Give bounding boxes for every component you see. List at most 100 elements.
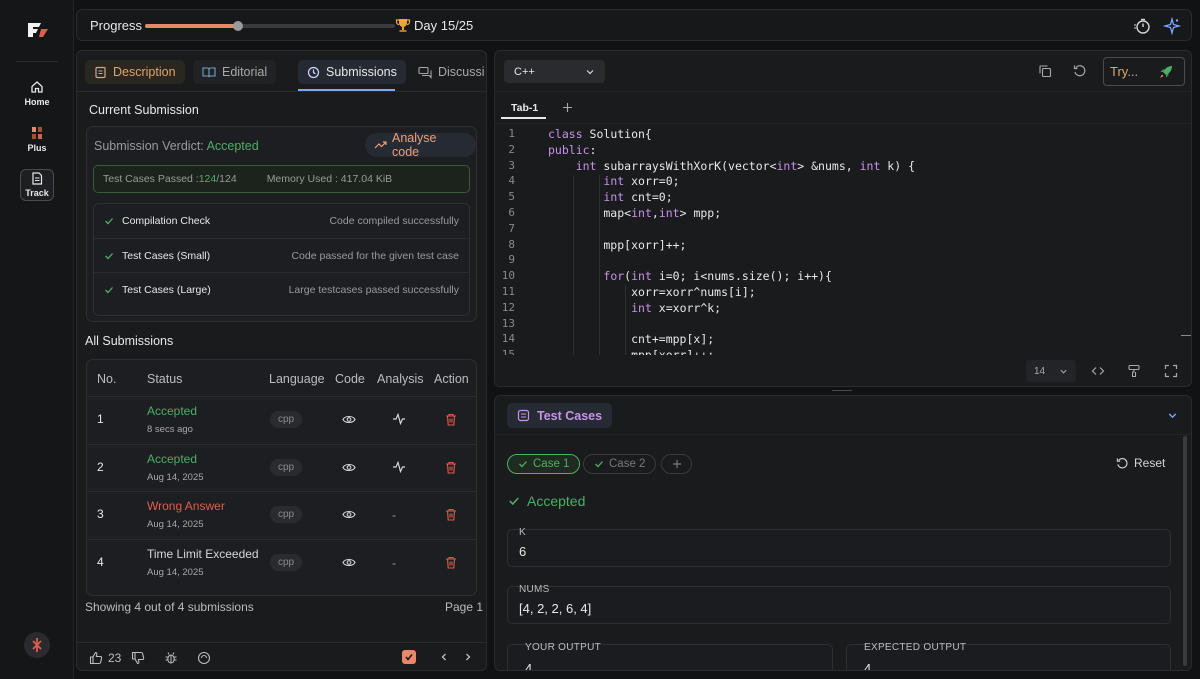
- delete-trash-icon[interactable]: [445, 508, 457, 521]
- check-row: Compilation Check Code compiled successfu…: [94, 204, 469, 238]
- rail-track[interactable]: Track: [20, 169, 54, 201]
- prev-arrow-icon[interactable]: [439, 652, 449, 662]
- submission-row[interactable]: 3 Wrong Answer Aug 14, 2025 cpp -: [87, 491, 476, 538]
- tests-passed-label: Test Cases Passed :: [103, 173, 199, 185]
- check-row: Test Cases (Small) Code passed for the gi…: [94, 238, 469, 272]
- language-pill: cpp: [270, 411, 303, 428]
- editor-tab-1[interactable]: Tab-1: [511, 102, 538, 114]
- checkbox-toggle[interactable]: [402, 650, 416, 664]
- test-cases-panel: Test Cases Case 1 Case 2 Reset Accepted …: [494, 395, 1192, 671]
- next-arrow-icon[interactable]: [463, 652, 473, 662]
- view-code-eye-icon[interactable]: [342, 557, 356, 568]
- add-case-button[interactable]: [661, 454, 692, 474]
- thumbs-up-icon[interactable]: [89, 651, 103, 665]
- reset-code-icon[interactable]: [1073, 64, 1087, 78]
- line-number: 6: [508, 206, 515, 219]
- tab-submissions[interactable]: Submissions: [298, 60, 406, 84]
- submission-status[interactable]: Accepted: [147, 404, 197, 418]
- submission-row[interactable]: 4 Time Limit Exceeded Aug 14, 2025 cpp -: [87, 538, 476, 586]
- font-size-chevron-icon: [1059, 367, 1068, 376]
- line-number: 15: [501, 348, 515, 355]
- rail-plus[interactable]: Plus: [20, 123, 54, 155]
- bug-report-icon[interactable]: [164, 651, 178, 665]
- case-1-label: Case 1: [533, 458, 570, 470]
- progress-knob[interactable]: [232, 21, 243, 31]
- progress-slider[interactable]: [145, 21, 395, 31]
- view-code-eye-icon[interactable]: [342, 462, 356, 473]
- case-2-chip[interactable]: Case 2: [583, 454, 657, 474]
- showing-count: Showing 4 out of 4 submissions: [85, 600, 254, 614]
- user-avatar[interactable]: [24, 632, 50, 658]
- share-icon[interactable]: [197, 651, 211, 665]
- rail-home[interactable]: Home: [20, 77, 54, 109]
- pulse-icon[interactable]: [392, 413, 406, 425]
- language-select[interactable]: C++: [504, 60, 605, 83]
- your-output-box: YOUR OUTPUT 4: [507, 642, 833, 671]
- analyse-code-button[interactable]: Analyse code: [365, 131, 476, 159]
- case-1-check-icon: [518, 459, 528, 469]
- submission-status[interactable]: Time Limit Exceeded: [147, 547, 259, 561]
- submission-status[interactable]: Accepted: [147, 452, 197, 466]
- nums-value: [4, 2, 2, 6, 4]: [519, 601, 592, 616]
- col-action: Action: [434, 372, 469, 386]
- view-code-eye-icon[interactable]: [342, 509, 356, 520]
- check-icon: [104, 285, 114, 295]
- font-size-select[interactable]: 14: [1026, 360, 1076, 382]
- case-1-chip[interactable]: Case 1: [507, 454, 581, 474]
- code-line: public:: [548, 142, 597, 157]
- timer-icon[interactable]: [1133, 17, 1151, 35]
- fullscreen-icon[interactable]: [1164, 364, 1178, 378]
- delete-trash-icon[interactable]: [445, 413, 457, 426]
- add-tab-icon[interactable]: [562, 102, 573, 113]
- line-number: 9: [508, 253, 515, 267]
- test-verdict: Accepted: [508, 493, 585, 509]
- test-verdict-label: Accepted: [527, 493, 586, 509]
- pulse-icon[interactable]: [392, 460, 406, 473]
- ai-sparkle-icon[interactable]: [1163, 17, 1181, 35]
- clock-icon: [307, 66, 320, 79]
- analyse-code-label: Analyse code: [392, 131, 437, 159]
- expected-output-value: 4: [864, 661, 872, 671]
- tab-description[interactable]: Description: [85, 60, 185, 84]
- thumbs-down-icon[interactable]: [131, 651, 145, 665]
- try-button[interactable]: Try...: [1103, 57, 1185, 86]
- tab-submissions-label: Submissions: [326, 65, 397, 79]
- resize-handle[interactable]: [832, 390, 852, 391]
- test-scrollbar[interactable]: [1183, 436, 1187, 666]
- reset-button[interactable]: Reset: [1116, 456, 1165, 470]
- language-pill: cpp: [270, 506, 303, 523]
- code-brackets-icon[interactable]: [1091, 364, 1105, 378]
- copy-icon[interactable]: [1038, 64, 1052, 78]
- collapse-chevron-icon[interactable]: [1167, 410, 1178, 421]
- your-output-value: 4: [525, 661, 533, 671]
- left-rail: Home Plus Track: [0, 0, 74, 679]
- code-line: int cnt=0;: [603, 190, 673, 205]
- tab-discussion[interactable]: Discussi: [409, 60, 485, 84]
- submission-row[interactable]: 2 Accepted Aug 14, 2025 cpp: [87, 443, 476, 491]
- format-brush-icon[interactable]: [1127, 364, 1141, 378]
- check-icon: [104, 251, 114, 261]
- test-cases-tab[interactable]: Test Cases: [507, 403, 613, 428]
- tab-editorial[interactable]: Editorial: [193, 60, 277, 84]
- line-number: 7: [508, 221, 515, 235]
- likes-count: 23: [108, 651, 122, 665]
- line-number: 4: [508, 174, 515, 188]
- view-code-eye-icon[interactable]: [342, 414, 356, 425]
- delete-trash-icon[interactable]: [445, 461, 457, 474]
- submission-no: 2: [97, 459, 104, 474]
- code-area[interactable]: 1 class Solution{2 public: 3 int subarraysW…: [495, 125, 1185, 355]
- submission-panel: Description Editorial Submissions Discus…: [76, 50, 487, 671]
- submission-row[interactable]: 1 Accepted 8 secs ago cpp: [87, 396, 476, 443]
- try-label: Try...: [1110, 64, 1139, 79]
- indent-guide: [573, 175, 574, 355]
- language-pill: cpp: [270, 458, 303, 476]
- delete-trash-icon[interactable]: [445, 556, 457, 569]
- submission-status[interactable]: Wrong Answer: [147, 499, 225, 513]
- day-label: Day 15/25: [414, 17, 474, 33]
- progress-label: Progress: [90, 18, 143, 33]
- plus-blocks-icon: [30, 126, 44, 143]
- app-logo-icon[interactable]: [27, 20, 49, 40]
- document-icon: [31, 172, 43, 188]
- plus-icon: [672, 459, 682, 469]
- code-editor-panel: C++ Try... Tab-1 1 class Solution{2 public…: [494, 50, 1192, 387]
